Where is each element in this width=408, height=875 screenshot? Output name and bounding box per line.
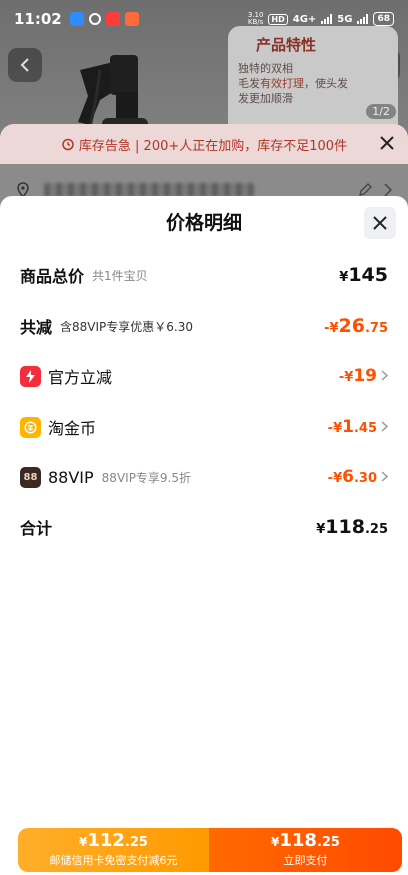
total-price-sub: 共1件宝贝: [92, 268, 148, 283]
pay-now-int: 118: [279, 830, 317, 851]
discount-int: 26: [338, 315, 365, 337]
sum-yen: ¥: [316, 522, 326, 537]
discount-label: 共减: [20, 318, 53, 337]
signal-icon-2: [357, 14, 369, 24]
address-actions: [358, 182, 392, 197]
discount-amount: -¥ 26.75: [324, 315, 388, 337]
row-total: 合计 ¥118.25: [20, 512, 388, 542]
row-taojinbi[interactable]: 淘金币 -¥ 1.45: [20, 412, 388, 442]
feature-line-1: 独特的双相: [238, 62, 293, 75]
row-88vip[interactable]: 88 88VIP 88VIP专享9.5折 -¥ 6.30: [20, 462, 388, 492]
alarm-clock-icon: [62, 138, 74, 151]
card-pay-caption: 邮储信用卡免密支付减6元: [49, 854, 178, 867]
screen: ••• 产品特性 独特的双相 毛发有效打理，使头发 发更加顺滑 1/2 11:0…: [0, 0, 408, 875]
net-speed: 3.10 KB/s: [248, 12, 264, 26]
vip-sub: 88VIP专享9.5折: [101, 470, 192, 485]
coins-dec: .45: [353, 421, 377, 436]
battery-icon: 68: [373, 12, 394, 26]
app-notification-icon-3: [124, 12, 139, 26]
chevron-left-icon: [20, 58, 29, 72]
chevron-right-icon: [381, 370, 388, 381]
total-price-label: 商品总价: [20, 267, 85, 286]
total-int: 145: [348, 264, 388, 286]
vip-amount: -¥ 6.30: [328, 467, 388, 487]
coins-amount: -¥ 1.45: [328, 417, 388, 437]
network-type-2: 5G: [337, 13, 353, 25]
address-blurred: [44, 182, 254, 197]
chevron-right-icon[interactable]: [384, 182, 392, 197]
close-icon[interactable]: [378, 134, 396, 152]
pay-now-dec: .25: [316, 835, 340, 850]
card-pay-button[interactable]: ¥112.25 邮储信用卡免密支付减6元: [18, 828, 209, 872]
stock-alert-text: 库存告急 | 200+人正在加购，库存不足100件: [78, 138, 348, 154]
edit-icon[interactable]: [358, 182, 372, 197]
feature-text: 独特的双相 毛发有效打理，使头发 发更加顺滑: [238, 61, 388, 106]
pay-now-amount: ¥118.25: [271, 832, 340, 852]
payment-bar: ¥112.25 邮储信用卡免密支付减6元 ¥118.25 立即支付: [18, 828, 402, 872]
close-icon: [373, 216, 387, 230]
feature-line-2a: 毛发: [238, 77, 260, 90]
pay-now-caption: 立即支付: [283, 854, 328, 867]
vip-label: 88VIP: [48, 467, 94, 487]
sum-dec: .25: [364, 522, 388, 537]
feature-card: 产品特性 独特的双相 毛发有效打理，使头发 发更加顺滑: [228, 26, 398, 136]
hd-badge: HD: [268, 13, 288, 25]
discount-dec: .75: [364, 321, 388, 336]
sheet-title: 价格明细: [165, 212, 242, 234]
app-notification-icon-2: [105, 12, 120, 26]
status-time: 11:02: [14, 10, 62, 28]
network-type-1: 4G+: [292, 13, 317, 25]
pay-now-button[interactable]: ¥118.25 立即支付: [209, 828, 402, 872]
card-pay-dec: .25: [124, 835, 148, 850]
coins-prefix: -¥: [327, 421, 343, 436]
total-price-amount: ¥145: [339, 264, 388, 286]
vip-int: 6: [342, 467, 354, 487]
official-amount: -¥ 19: [339, 366, 388, 386]
feature-line-2b: 有效打理: [260, 77, 304, 90]
vip-prefix: -¥: [327, 471, 343, 486]
coins-label: 淘金币: [48, 419, 97, 438]
card-pay-amount: ¥112.25: [79, 832, 148, 852]
lightning-icon: [20, 365, 41, 387]
coin-icon: [20, 416, 41, 438]
status-right: 3.10 KB/s HD 4G+ 5G 68: [248, 12, 394, 26]
net-speed-unit: KB/s: [247, 18, 264, 26]
close-button[interactable]: [364, 207, 396, 239]
official-int: 19: [353, 366, 377, 386]
feature-line-2: 毛发有效打理，使头发: [238, 76, 388, 91]
back-button[interactable]: [8, 48, 42, 82]
vip-dec: .30: [353, 471, 377, 486]
image-page-indicator: 1/2: [366, 104, 396, 119]
sync-icon: [88, 13, 101, 25]
discount-sub: 含88VIP专享优惠￥6.30: [60, 319, 193, 334]
discount-prefix: -¥: [324, 321, 339, 336]
sum-amount: ¥118.25: [316, 516, 388, 538]
card-pay-int: 112: [87, 830, 125, 851]
official-label: 官方立减: [48, 368, 113, 387]
signal-icon: [321, 14, 333, 24]
sum-label: 合计: [20, 519, 53, 538]
total-yen: ¥: [339, 270, 349, 285]
feature-line-3: 发更加顺滑: [238, 92, 293, 105]
chevron-right-icon: [381, 471, 388, 482]
stock-alert-bar: 库存告急 | 200+人正在加购，库存不足100件: [0, 124, 408, 164]
app-notification-icon: [69, 12, 84, 26]
vip-88-icon: 88: [20, 466, 41, 488]
row-official-discount[interactable]: 官方立减 -¥ 19: [20, 361, 388, 391]
pay-now-yen: ¥: [271, 835, 280, 849]
sum-int: 118: [325, 516, 365, 538]
card-pay-yen: ¥: [79, 835, 88, 849]
feature-line-2c: ，使头发: [304, 77, 348, 90]
coins-int: 1: [342, 417, 354, 437]
chevron-right-icon: [381, 421, 388, 432]
status-bar: 11:02 3.10 KB/s HD 4G+ 5G 68: [0, 0, 408, 38]
row-total-price: 商品总价 共1件宝贝 ¥145: [20, 260, 388, 290]
price-detail-sheet: 价格明细 商品总价 共1件宝贝 ¥145 共减 含88VIP专享优惠￥6.30 …: [0, 196, 408, 875]
row-total-discount: 共减 含88VIP专享优惠￥6.30 -¥ 26.75: [20, 311, 388, 341]
official-prefix: -¥: [338, 370, 354, 385]
